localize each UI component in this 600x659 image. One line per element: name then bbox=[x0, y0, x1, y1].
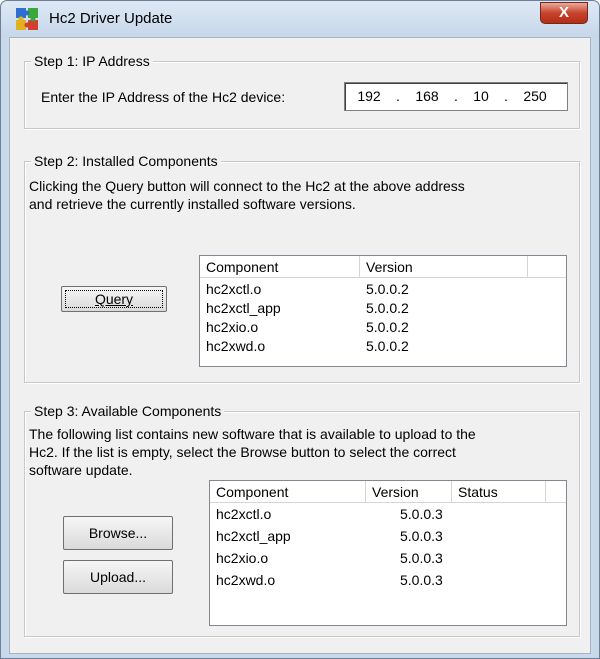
column-header-version[interactable]: Version bbox=[366, 481, 452, 503]
list-header: Component Version Status bbox=[210, 481, 566, 503]
window-title: Hc2 Driver Update bbox=[49, 10, 173, 27]
ip-dot: . bbox=[454, 88, 458, 104]
ip-octet-4[interactable]: 250 bbox=[511, 83, 559, 109]
puzzle-icon bbox=[16, 8, 38, 30]
column-header-version[interactable]: Version bbox=[360, 256, 528, 278]
step2-description-line1: Clicking the Query button will connect t… bbox=[29, 178, 465, 194]
step3-group: Step 3: Available Components The followi… bbox=[24, 403, 580, 637]
upload-button[interactable]: Upload... bbox=[63, 560, 173, 594]
step3-description-line2: Hc2. If the list is empty, select the Br… bbox=[29, 444, 456, 460]
ip-dot: . bbox=[396, 88, 400, 104]
component-version: 5.0.0.3 bbox=[400, 572, 443, 588]
list-item[interactable]: hc2xctl.o 5.0.0.3 bbox=[210, 505, 566, 524]
component-version: 5.0.0.2 bbox=[366, 300, 409, 316]
component-version: 5.0.0.3 bbox=[400, 506, 443, 522]
ip-octet-3[interactable]: 10 bbox=[461, 83, 501, 109]
list-item[interactable]: hc2xio.o 5.0.0.2 bbox=[200, 318, 566, 337]
close-button[interactable]: X bbox=[540, 2, 588, 24]
list-item[interactable]: hc2xctl.o 5.0.0.2 bbox=[200, 280, 566, 299]
step3-legend: Step 3: Available Components bbox=[31, 403, 225, 419]
component-name: hc2xio.o bbox=[206, 319, 259, 335]
component-version: 5.0.0.2 bbox=[366, 338, 409, 354]
component-name: hc2xctl.o bbox=[206, 281, 262, 297]
step3-description-line1: The following list contains new software… bbox=[29, 426, 476, 442]
step2-legend: Step 2: Installed Components bbox=[31, 153, 221, 169]
component-name: hc2xwd.o bbox=[206, 338, 266, 354]
available-components-list[interactable]: Component Version Status hc2xctl.o 5.0.0… bbox=[209, 480, 567, 626]
query-button-label: Query bbox=[94, 291, 134, 307]
step1-legend: Step 1: IP Address bbox=[31, 53, 153, 69]
ip-prompt-label: Enter the IP Address of the Hc2 device: bbox=[41, 89, 286, 105]
ip-octet-1[interactable]: 192 bbox=[345, 83, 393, 109]
step3-description-line3: software update. bbox=[29, 462, 133, 478]
column-header-component[interactable]: Component bbox=[210, 481, 366, 503]
query-button[interactable]: Query bbox=[61, 286, 167, 312]
list-item[interactable]: hc2xctl_app 5.0.0.3 bbox=[210, 527, 566, 546]
component-version: 5.0.0.2 bbox=[366, 281, 409, 297]
column-header-status[interactable]: Status bbox=[452, 481, 546, 503]
upload-button-label: Upload... bbox=[89, 569, 147, 585]
component-name: hc2xwd.o bbox=[216, 572, 276, 588]
list-item[interactable]: hc2xwd.o 5.0.0.3 bbox=[210, 571, 566, 590]
ip-address-field[interactable]: 192. 168. 10. 250 bbox=[344, 82, 568, 111]
dialog-window: Hc2 Driver Update X Step 1: IP Address E… bbox=[0, 0, 600, 659]
step2-description-line2: and retrieve the currently installed sof… bbox=[29, 196, 356, 212]
title-bar[interactable]: Hc2 Driver Update X bbox=[1, 1, 599, 37]
installed-components-list[interactable]: Component Version hc2xctl.o 5.0.0.2 hc2x… bbox=[199, 255, 567, 367]
component-name: hc2xio.o bbox=[216, 550, 269, 566]
step2-group: Step 2: Installed Components Clicking th… bbox=[24, 153, 580, 383]
list-header: Component Version bbox=[200, 256, 566, 278]
close-icon: X bbox=[558, 4, 569, 21]
browse-button[interactable]: Browse... bbox=[63, 516, 173, 550]
component-version: 5.0.0.3 bbox=[400, 550, 443, 566]
browse-button-label: Browse... bbox=[88, 525, 148, 541]
list-item[interactable]: hc2xctl_app 5.0.0.2 bbox=[200, 299, 566, 318]
component-version: 5.0.0.2 bbox=[366, 319, 409, 335]
list-item[interactable]: hc2xwd.o 5.0.0.2 bbox=[200, 337, 566, 356]
dialog-body: Step 1: IP Address Enter the IP Address … bbox=[9, 37, 591, 654]
component-name: hc2xctl.o bbox=[216, 506, 272, 522]
list-item[interactable]: hc2xio.o 5.0.0.3 bbox=[210, 549, 566, 568]
component-name: hc2xctl_app bbox=[206, 300, 281, 316]
ip-dot: . bbox=[504, 88, 508, 104]
step1-group: Step 1: IP Address Enter the IP Address … bbox=[24, 53, 580, 129]
component-name: hc2xctl_app bbox=[216, 528, 291, 544]
component-version: 5.0.0.3 bbox=[400, 528, 443, 544]
ip-octet-2[interactable]: 168 bbox=[403, 83, 451, 109]
column-header-component[interactable]: Component bbox=[200, 256, 360, 278]
